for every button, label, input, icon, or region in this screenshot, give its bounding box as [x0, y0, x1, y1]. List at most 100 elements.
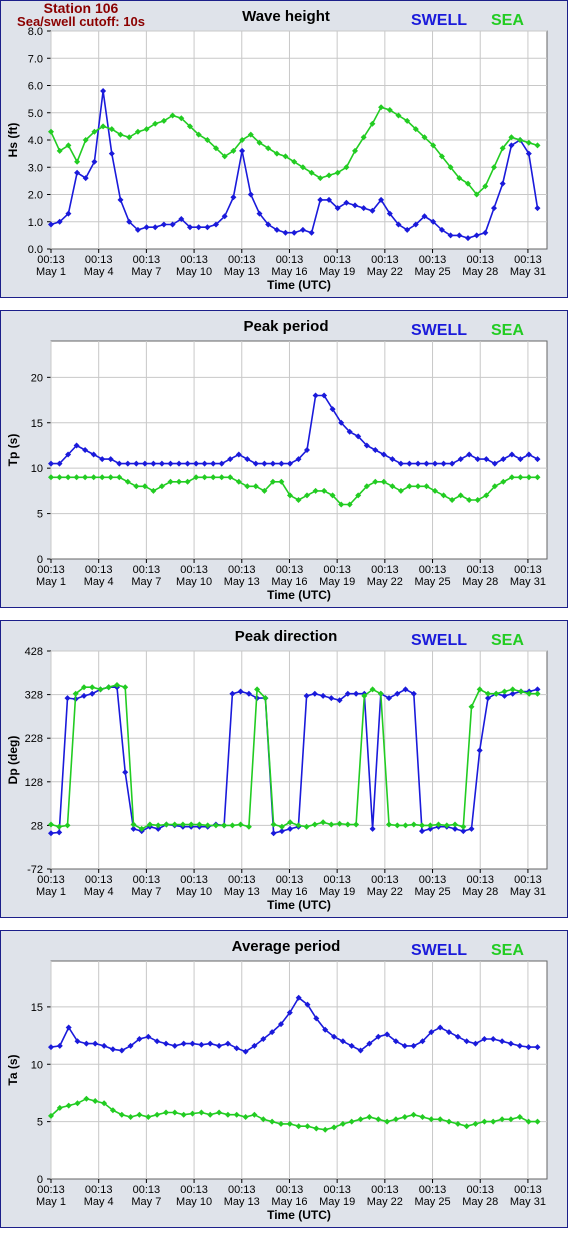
chart-panel-4: Average period SWELL SEA 0 5 10 15 00:13 May 1 00…: [0, 930, 568, 1228]
x-tick-time: 00:13: [37, 1184, 65, 1196]
chart-panel-2: Peak period SWELL SEA 0 5 10 15 20 00:13 May 1 00:…: [0, 310, 568, 608]
x-tick-time: 00:13: [371, 1184, 399, 1196]
y-tick-label: 4.0: [28, 135, 43, 147]
x-tick-time: 00:13: [323, 564, 351, 576]
x-tick-time: 00:13: [85, 254, 113, 266]
y-tick-label: 3.0: [28, 162, 43, 174]
x-tick-time: 00:13: [133, 1184, 161, 1196]
x-tick-date: May 31: [510, 576, 546, 588]
x-tick-date: May 25: [414, 1196, 450, 1208]
y-tick-label: 20: [31, 372, 43, 384]
chart-svg: -722812822832842800:13May 100:13May 400:…: [6, 646, 548, 912]
y-tick-label: 5.0: [28, 108, 43, 120]
y-tick-label: 8.0: [28, 26, 43, 38]
x-tick-date: May 7: [131, 266, 161, 278]
x-tick-time: 00:13: [323, 1184, 351, 1196]
x-tick-time: 00:13: [133, 564, 161, 576]
x-tick-time: 00:13: [466, 254, 494, 266]
x-tick-date: May 7: [131, 576, 161, 588]
x-tick-date: May 7: [131, 886, 161, 898]
x-tick-date: May 1: [36, 1196, 66, 1208]
chart-svg: 0510152000:13May 100:13May 400:13May 700…: [6, 340, 548, 602]
x-tick-date: May 16: [271, 1196, 307, 1208]
x-tick-date: May 31: [510, 886, 546, 898]
x-tick-date: May 19: [319, 576, 355, 588]
x-tick-date: May 4: [84, 1196, 114, 1208]
x-tick-time: 00:13: [323, 874, 351, 886]
y-tick-label: 7.0: [28, 53, 43, 65]
plot-area: [50, 340, 548, 560]
chart-panel-1: Station 106 Sea/swell cutoff: 10s Wave hei…: [0, 0, 568, 298]
x-tick-time: 00:13: [276, 1184, 304, 1196]
x-tick-date: May 16: [271, 886, 307, 898]
x-tick-date: May 4: [84, 886, 114, 898]
x-tick-date: May 28: [462, 886, 498, 898]
x-tick-time: 00:13: [228, 1184, 256, 1196]
x-axis-label: Time (UTC): [267, 278, 331, 292]
x-tick-date: May 19: [319, 1196, 355, 1208]
x-tick-time: 00:13: [180, 254, 208, 266]
x-axis-label: Time (UTC): [267, 898, 331, 912]
x-tick-time: 00:13: [514, 254, 542, 266]
x-tick-time: 00:13: [419, 254, 447, 266]
x-tick-time: 00:13: [85, 874, 113, 886]
x-tick-time: 00:13: [419, 564, 447, 576]
x-tick-time: 00:13: [180, 564, 208, 576]
x-tick-time: 00:13: [85, 564, 113, 576]
y-tick-label: 10: [31, 1059, 43, 1071]
y-tick-label: 5: [37, 509, 43, 521]
y-tick-label: 2.0: [28, 190, 43, 202]
y-tick-label: 128: [25, 777, 43, 789]
x-tick-date: May 25: [414, 886, 450, 898]
x-tick-date: May 13: [224, 266, 260, 278]
x-tick-date: May 22: [367, 886, 403, 898]
x-tick-time: 00:13: [37, 874, 65, 886]
x-tick-date: May 16: [271, 576, 307, 588]
y-tick-label: 228: [25, 733, 43, 745]
x-tick-time: 00:13: [466, 564, 494, 576]
x-tick-time: 00:13: [85, 1184, 113, 1196]
x-tick-time: 00:13: [514, 874, 542, 886]
y-tick-label: 10: [31, 463, 43, 475]
x-tick-date: May 31: [510, 266, 546, 278]
x-tick-date: May 22: [367, 576, 403, 588]
x-tick-date: May 4: [84, 266, 114, 278]
y-axis-label: Hs (ft): [6, 123, 20, 158]
y-axis-label: Tp (s): [6, 434, 20, 467]
x-tick-time: 00:13: [466, 874, 494, 886]
x-tick-time: 00:13: [180, 1184, 208, 1196]
x-tick-date: May 13: [224, 576, 260, 588]
x-tick-date: May 28: [462, 576, 498, 588]
x-tick-time: 00:13: [371, 254, 399, 266]
x-tick-date: May 22: [367, 266, 403, 278]
x-tick-time: 00:13: [37, 564, 65, 576]
x-tick-date: May 1: [36, 266, 66, 278]
x-tick-date: May 25: [414, 266, 450, 278]
x-tick-time: 00:13: [514, 564, 542, 576]
x-tick-time: 00:13: [276, 254, 304, 266]
x-tick-time: 00:13: [419, 874, 447, 886]
y-axis-label: Dp (deg): [6, 736, 20, 785]
x-tick-time: 00:13: [323, 254, 351, 266]
x-tick-date: May 4: [84, 576, 114, 588]
x-tick-time: 00:13: [228, 874, 256, 886]
x-tick-date: May 10: [176, 886, 212, 898]
x-tick-date: May 10: [176, 576, 212, 588]
y-tick-label: 15: [31, 1002, 43, 1014]
x-tick-time: 00:13: [37, 254, 65, 266]
y-axis-label: Ta (s): [6, 1054, 20, 1085]
x-axis-label: Time (UTC): [267, 588, 331, 602]
x-tick-date: May 19: [319, 266, 355, 278]
chart-panel-3: Peak direction SWELL SEA -72 28 128 228 328 428 0…: [0, 620, 568, 918]
chart-svg: 05101500:13May 100:13May 400:13May 700:1…: [6, 960, 548, 1222]
x-tick-time: 00:13: [180, 874, 208, 886]
x-tick-date: May 7: [131, 1196, 161, 1208]
y-tick-label: 5: [37, 1117, 43, 1129]
x-tick-time: 00:13: [228, 254, 256, 266]
y-tick-label: 1.0: [28, 217, 43, 229]
x-tick-time: 00:13: [133, 254, 161, 266]
x-tick-date: May 19: [319, 886, 355, 898]
x-tick-date: May 10: [176, 1196, 212, 1208]
x-tick-date: May 1: [36, 886, 66, 898]
x-tick-time: 00:13: [466, 1184, 494, 1196]
